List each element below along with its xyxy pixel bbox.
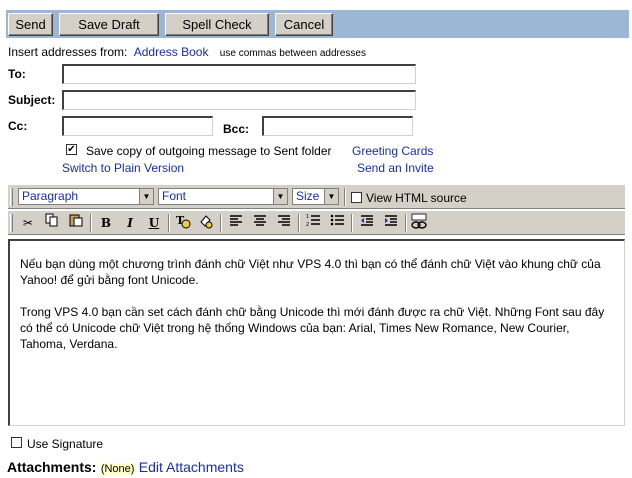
size-select-value: Size: [296, 189, 320, 203]
toolbar-separator: [90, 214, 92, 232]
text-color-icon[interactable]: T: [173, 213, 193, 233]
paragraph-select[interactable]: Paragraph ▼: [18, 188, 154, 205]
message-body-editor[interactable]: Nếu bạn dùng một chương trình đánh chữ V…: [8, 239, 625, 426]
paste-icon[interactable]: [66, 213, 86, 233]
outdent-icon[interactable]: [357, 213, 377, 233]
address-book-link[interactable]: Address Book: [134, 45, 209, 59]
subject-label: Subject:: [8, 93, 56, 107]
edit-attachments-link[interactable]: Edit Attachments: [139, 459, 244, 475]
align-center-icon[interactable]: [250, 213, 270, 233]
address-hint: use commas between addresses: [219, 48, 366, 59]
cancel-button[interactable]: Cancel: [275, 13, 333, 36]
chevron-down-icon: ▼: [273, 189, 287, 204]
align-left-icon[interactable]: [226, 213, 246, 233]
toolbar-grip: [10, 188, 13, 206]
numbered-list-icon[interactable]: 12: [303, 213, 323, 233]
svg-text:1: 1: [306, 214, 309, 220]
web-link-icon[interactable]: [409, 213, 429, 233]
bcc-input[interactable]: [262, 116, 413, 136]
cut-icon[interactable]: ✂: [18, 213, 38, 233]
check-mark-icon: ✔: [67, 144, 76, 155]
spell-check-button[interactable]: Spell Check: [165, 13, 269, 36]
toolbar-separator: [298, 214, 300, 232]
chevron-down-icon: ▼: [139, 189, 153, 204]
font-select[interactable]: Font ▼: [158, 188, 288, 205]
attachments-status: (None): [99, 463, 136, 475]
align-right-icon[interactable]: [274, 213, 294, 233]
use-signature-label: Use Signature: [27, 437, 104, 451]
indent-icon[interactable]: [381, 213, 401, 233]
attachments-label: Attachments:: [7, 459, 97, 475]
to-input[interactable]: [62, 64, 416, 84]
greeting-cards-link[interactable]: Greeting Cards: [352, 144, 433, 158]
toolbar-separator: [168, 214, 170, 232]
size-select[interactable]: Size ▼: [292, 188, 339, 205]
cc-input[interactable]: [62, 116, 213, 136]
chevron-down-icon: ▼: [324, 189, 338, 204]
format-toolbar: Paragraph ▼ Font ▼ Size ▼ View HTML sour…: [8, 184, 625, 209]
bullet-list-icon[interactable]: [327, 213, 347, 233]
save-draft-button[interactable]: Save Draft: [59, 13, 159, 36]
body-paragraph: Nếu bạn dùng một chương trình đánh chữ V…: [20, 257, 601, 287]
toolbar-separator: [220, 214, 222, 232]
cc-label: Cc:: [8, 119, 28, 133]
highlight-color-icon[interactable]: [196, 213, 216, 233]
send-button[interactable]: Send: [8, 13, 53, 36]
toolbar-separator: [344, 188, 346, 206]
save-copy-checkbox[interactable]: ✔: [66, 144, 77, 155]
italic-button[interactable]: I: [120, 213, 140, 233]
toolbar-separator: [405, 214, 407, 232]
insert-addresses-row: Insert addresses from: Address Book use …: [8, 45, 366, 59]
to-label: To:: [8, 67, 26, 81]
toolbar-grip: [10, 214, 13, 232]
bcc-label: Bcc:: [223, 122, 250, 136]
copy-icon[interactable]: [42, 213, 62, 233]
underline-button[interactable]: U: [144, 213, 164, 233]
save-copy-label: Save copy of outgoing message to Sent fo…: [86, 144, 332, 158]
toolbar-separator: [351, 214, 353, 232]
attachments-row: Attachments: (None) Edit Attachments: [7, 459, 244, 475]
action-bar: Send Save Draft Spell Check Cancel: [6, 10, 629, 38]
switch-plain-version-link[interactable]: Switch to Plain Version: [62, 161, 184, 175]
use-signature-checkbox[interactable]: [11, 437, 22, 448]
send-invite-link[interactable]: Send an Invite: [357, 161, 434, 175]
paragraph-select-value: Paragraph: [22, 189, 79, 203]
svg-text:2: 2: [306, 222, 309, 227]
bold-button[interactable]: B: [96, 213, 116, 233]
subject-input[interactable]: [62, 90, 416, 110]
font-select-value: Font: [162, 189, 187, 203]
body-paragraph: Trong VPS 4.0 bạn cần set cách đánh chữ …: [20, 305, 605, 351]
insert-addresses-label: Insert addresses from:: [8, 45, 128, 59]
view-html-label: View HTML source: [366, 191, 467, 205]
view-html-checkbox[interactable]: [351, 192, 362, 203]
editing-toolbar: ✂ B I U T 12: [8, 210, 625, 235]
